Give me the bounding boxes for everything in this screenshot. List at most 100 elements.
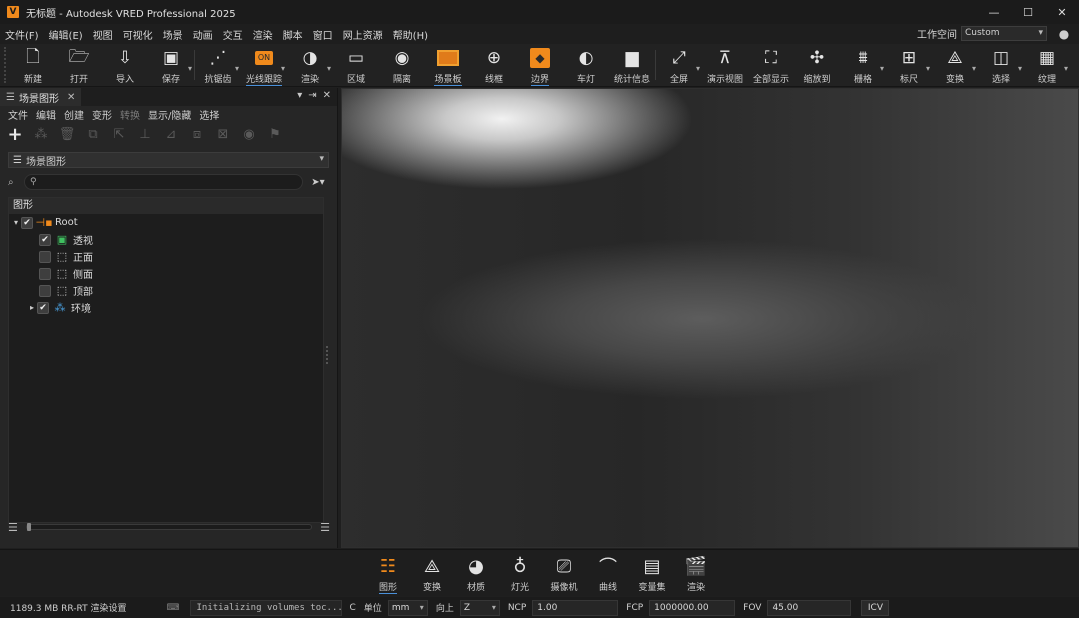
optimize-icon[interactable]: ⊠ <box>214 125 232 143</box>
unit-select[interactable]: mm <box>387 599 428 616</box>
dock-curve-button[interactable]: ⌒ 曲线 <box>586 552 630 594</box>
fov-field[interactable]: 45.00 <box>767 599 852 616</box>
render-mode-button[interactable]: ◑ 渲染 <box>287 44 333 86</box>
transform-button[interactable]: ⟁ 变换 <box>932 44 978 86</box>
flag-icon[interactable]: ⚑ <box>266 125 284 143</box>
ruler-button[interactable]: ⊞ 标尺 <box>886 44 932 86</box>
zoom-to-button[interactable]: ✣ 缩放到 <box>794 44 840 86</box>
panel-close-icon[interactable]: ✕ <box>323 90 331 101</box>
panel-menu-select[interactable]: 选择 <box>195 107 223 122</box>
slider-knob[interactable] <box>26 523 31 531</box>
dock-camera-button[interactable]: ⎚ 摄像机 <box>542 552 586 594</box>
import-button[interactable]: ⇩ 导入 <box>102 44 148 86</box>
fullscreen-button[interactable]: ⤢ 全屏 <box>656 44 702 86</box>
tree-node-side[interactable]: ⬚ 侧面 <box>9 265 323 282</box>
panel-menu-create[interactable]: 创建 <box>60 107 88 122</box>
delete-icon[interactable]: 🗑 <box>58 125 76 143</box>
panel-float-icon[interactable]: ⇥ <box>308 90 316 101</box>
wireframe-button[interactable]: ⊕ 线框 <box>471 44 517 86</box>
menu-render[interactable]: 渲染 <box>248 27 278 42</box>
grid-button[interactable]: ⩩ 栅格 <box>840 44 886 86</box>
menu-online-resources[interactable]: 网上资源 <box>338 27 388 42</box>
node-checkbox[interactable]: ✔ <box>21 216 33 229</box>
merge-icon[interactable]: ⧈ <box>188 125 206 143</box>
user-account-icon[interactable]: ● <box>1057 27 1071 41</box>
menu-view[interactable]: 视图 <box>88 27 118 42</box>
dock-material-button[interactable]: ◕ 材质 <box>454 552 498 594</box>
expand-arrow-icon[interactable]: ▾ <box>11 218 21 227</box>
panel-menu-icon[interactable]: ▾ <box>297 90 302 101</box>
scenegraph-view-select[interactable]: ☰ 场景图形 <box>8 152 329 168</box>
up-axis-select[interactable]: Z <box>459 599 500 616</box>
raytracing-button[interactable]: ON 光线跟踪 <box>241 44 287 86</box>
render-viewport[interactable] <box>341 88 1079 548</box>
close-button[interactable]: ✕ <box>1045 0 1079 24</box>
select-button[interactable]: ◫ 选择 <box>978 44 1024 86</box>
clone-icon[interactable]: ⧉ <box>84 125 102 143</box>
scenegraph-tab[interactable]: ☰ 场景图形 ✕ <box>0 88 82 106</box>
node-checkbox[interactable] <box>39 284 51 297</box>
filter-icon[interactable]: ⌕ <box>8 177 20 188</box>
show-all-button[interactable]: ⛶ 全部显示 <box>748 44 794 86</box>
node-checkbox[interactable]: ✔ <box>37 301 49 314</box>
menu-script[interactable]: 脚本 <box>278 27 308 42</box>
add-node-icon[interactable]: + <box>6 124 24 145</box>
sceneplate-button[interactable]: 场景板 <box>425 44 471 86</box>
isolate-button[interactable]: ◉ 隔离 <box>379 44 425 86</box>
menu-edit[interactable]: 编辑(E) <box>44 27 88 42</box>
texture-button[interactable]: ▦ 纹理 <box>1024 44 1070 86</box>
tree-node-front[interactable]: ⬚ 正面 <box>9 248 323 265</box>
node-checkbox[interactable] <box>39 250 51 263</box>
new-button[interactable]: 🗋 新建 <box>10 44 56 86</box>
dock-transform-button[interactable]: ⟁ 变换 <box>410 552 454 594</box>
panel-menu-transform[interactable]: 变形 <box>88 107 116 122</box>
maximize-button[interactable]: ☐ <box>1011 0 1045 24</box>
minimize-button[interactable]: — <box>977 0 1011 24</box>
menu-interaction[interactable]: 交互 <box>218 27 248 42</box>
headlight-button[interactable]: ◐ 车灯 <box>563 44 609 86</box>
ncp-field[interactable]: 1.00 <box>532 599 619 616</box>
hierarchy-icon[interactable]: ⊿ <box>162 125 180 143</box>
search-input[interactable] <box>39 177 302 187</box>
antialias-button[interactable]: ⋰ 抗锯齿 <box>195 44 241 86</box>
panel-splitter[interactable] <box>326 346 329 364</box>
node-checkbox[interactable] <box>39 267 51 280</box>
region-button[interactable]: ▭ 区域 <box>333 44 379 86</box>
close-icon[interactable]: ✕ <box>67 92 75 103</box>
panel-menu-show-hide[interactable]: 显示/隐藏 <box>144 107 195 122</box>
panel-menu-file[interactable]: 文件 <box>4 107 32 122</box>
tree-node-top[interactable]: ⬚ 顶部 <box>9 282 323 299</box>
dock-render-button[interactable]: 🎬 渲染 <box>674 552 718 594</box>
icv-button[interactable]: ICV <box>861 599 890 616</box>
menu-scene[interactable]: 场景 <box>158 27 188 42</box>
dock-variant-sets-button[interactable]: ▤ 变量集 <box>630 552 674 594</box>
fcp-field[interactable]: 1000000.00 <box>649 599 736 616</box>
node-checkbox[interactable]: ✔ <box>39 233 51 246</box>
menu-animation[interactable]: 动画 <box>188 27 218 42</box>
workspace-select[interactable]: Custom <box>961 26 1047 41</box>
bounding-box-button[interactable]: ◆ 边界 <box>517 44 563 86</box>
panel-menu-convert[interactable]: 转换 <box>116 107 144 122</box>
visibility-icon[interactable]: ◉ <box>240 125 258 143</box>
tree-node-environment[interactable]: ▸ ✔ ⁂ 环境 <box>9 299 323 316</box>
expand-all-icon[interactable]: ☰ <box>320 521 330 534</box>
pivot-icon[interactable]: ⊥ <box>136 125 154 143</box>
menu-visualization[interactable]: 可视化 <box>118 27 158 42</box>
save-button[interactable]: ▣ 保存 <box>148 44 194 86</box>
terminal-icon[interactable]: ⌨ <box>167 603 180 613</box>
tree-zoom-slider[interactable] <box>25 523 313 531</box>
tree-node-root[interactable]: ▾ ✔ ⊣▪ Root <box>9 214 323 231</box>
collapse-all-icon[interactable]: ☰ <box>8 521 18 534</box>
color-correction-toggle[interactable]: C <box>350 603 356 613</box>
panel-menu-edit[interactable]: 编辑 <box>32 107 60 122</box>
dock-scenegraph-button[interactable]: ☷ 图形 <box>366 552 410 594</box>
menu-window[interactable]: 窗口 <box>308 27 338 42</box>
move-icon[interactable]: ⇱ <box>110 125 128 143</box>
expand-arrow-icon[interactable]: ▸ <box>27 303 37 312</box>
menu-help[interactable]: 帮助(H) <box>388 27 433 42</box>
group-icon[interactable]: ⁂ <box>32 125 50 143</box>
menu-file[interactable]: 文件(F) <box>0 27 44 42</box>
pick-cursor-icon[interactable]: ➤▾ <box>307 177 329 188</box>
presentation-button[interactable]: ⊼ 演示视图 <box>702 44 748 86</box>
statistics-button[interactable]: ▆ 统计信息 <box>609 44 655 86</box>
